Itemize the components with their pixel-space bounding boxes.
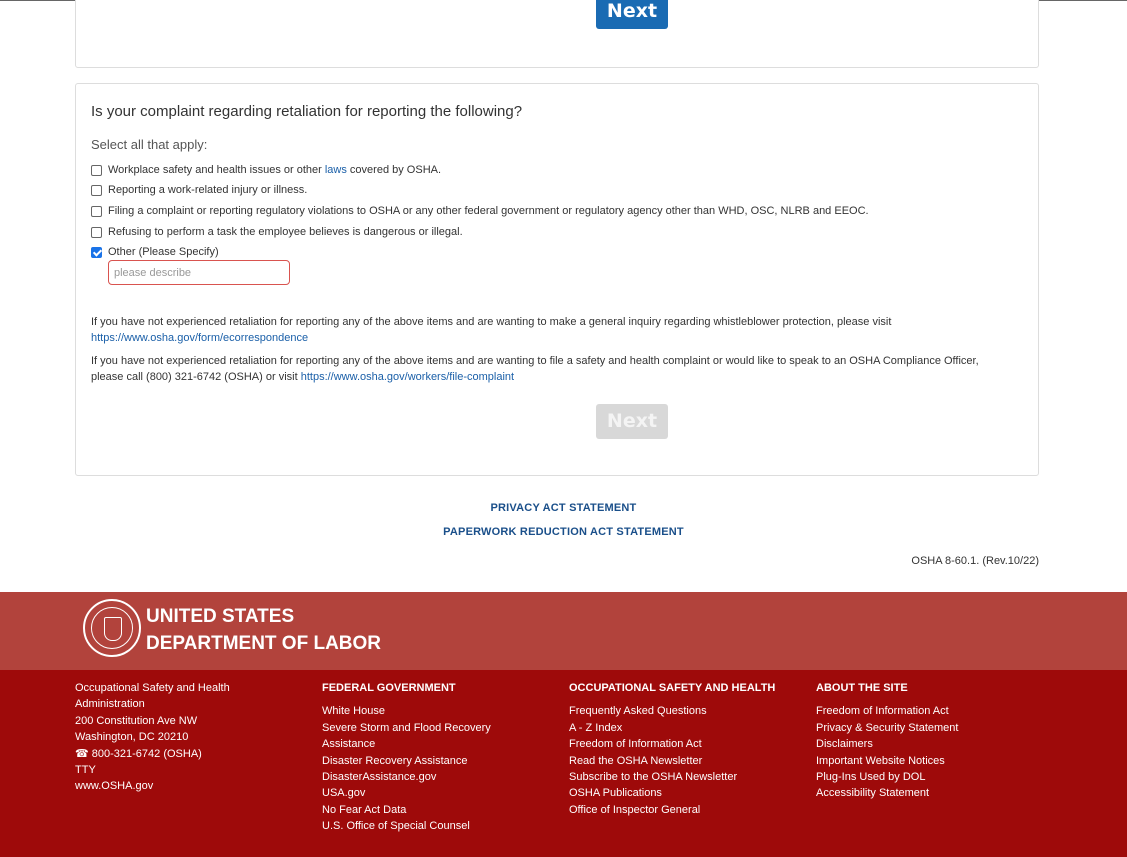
option-injury[interactable]: Reporting a work-related injury or illne…: [91, 184, 307, 196]
footer-osh: OCCUPATIONAL SAFETY AND HEALTH Frequentl…: [569, 680, 775, 818]
footer-link[interactable]: Disclaimers: [816, 736, 958, 752]
option-label: Other (Please Specify): [108, 246, 219, 258]
footer-link[interactable]: Disaster Recovery Assistance: [322, 753, 491, 769]
previous-step-card: Next: [75, 0, 1039, 68]
footer-federal-government: FEDERAL GOVERNMENT White House Severe St…: [322, 680, 491, 835]
checkbox[interactable]: [91, 226, 102, 238]
footer-about: ABOUT THE SITE Freedom of Information Ac…: [816, 680, 958, 802]
option-label: Refusing to perform a task the employee …: [108, 226, 463, 238]
footer-links: Occupational Safety and Health Administr…: [0, 670, 1127, 857]
dol-seal-icon[interactable]: [83, 599, 141, 657]
next-button-disabled[interactable]: Next: [596, 404, 668, 439]
inquiry-info: If you have not experienced retaliation …: [91, 314, 1031, 346]
footer-heading: ABOUT THE SITE: [816, 682, 908, 694]
footer-link[interactable]: White House: [322, 703, 491, 719]
checkbox-checked[interactable]: [91, 246, 102, 258]
footer-link[interactable]: DisasterAssistance.gov: [322, 769, 491, 785]
checkbox[interactable]: [91, 205, 102, 217]
form-number: OSHA 8-60.1. (Rev.10/22): [911, 555, 1039, 567]
footer-link[interactable]: U.S. Office of Special Counsel: [322, 818, 491, 834]
footer-link[interactable]: Plug-Ins Used by DOL: [816, 769, 958, 785]
tty-link[interactable]: TTY: [75, 762, 230, 778]
footer-address: Occupational Safety and Health Administr…: [75, 680, 230, 795]
next-button-top[interactable]: Next: [596, 0, 668, 29]
checkbox[interactable]: [91, 184, 102, 196]
phone-link[interactable]: ☎ 800-321-6742 (OSHA): [75, 746, 230, 762]
option-label: Workplace safety and health issues or ot…: [108, 164, 442, 176]
osha-gov-link[interactable]: www.OSHA.gov: [75, 778, 230, 794]
footer-link[interactable]: Severe Storm and Flood Recovery: [322, 720, 491, 736]
footer-link[interactable]: OSHA Publications: [569, 785, 775, 801]
footer-link[interactable]: No Fear Act Data: [322, 802, 491, 818]
footer-heading: FEDERAL GOVERNMENT: [322, 682, 456, 694]
option-refusing-task[interactable]: Refusing to perform a task the employee …: [91, 226, 463, 238]
option-label: Reporting a work-related injury or illne…: [108, 184, 308, 196]
footer-link[interactable]: Freedom of Information Act: [816, 703, 958, 719]
select-hint: Select all that apply:: [91, 137, 208, 152]
footer-link[interactable]: Important Website Notices: [816, 753, 958, 769]
option-filing-complaint[interactable]: Filing a complaint or reporting regulato…: [91, 205, 869, 217]
complaint-info: If you have not experienced retaliation …: [91, 355, 979, 383]
other-describe-input[interactable]: [108, 260, 290, 285]
footer-link[interactable]: A - Z Index: [569, 720, 775, 736]
footer-link[interactable]: Freedom of Information Act: [569, 736, 775, 752]
footer-link[interactable]: Assistance: [322, 736, 491, 752]
footer-link[interactable]: Read the OSHA Newsletter: [569, 753, 775, 769]
paperwork-act-link[interactable]: PAPERWORK REDUCTION ACT STATEMENT: [0, 526, 1127, 538]
footer-link[interactable]: USA.gov: [322, 785, 491, 801]
file-complaint-link[interactable]: https://www.osha.gov/workers/file-compla…: [301, 371, 514, 383]
laws-link[interactable]: laws: [325, 164, 347, 176]
footer-link[interactable]: Office of Inspector General: [569, 802, 775, 818]
footer-link[interactable]: Privacy & Security Statement: [816, 720, 958, 736]
footer-heading: OCCUPATIONAL SAFETY AND HEALTH: [569, 682, 776, 694]
option-safety-issues[interactable]: Workplace safety and health issues or ot…: [91, 164, 441, 176]
footer-link[interactable]: Accessibility Statement: [816, 785, 958, 801]
footer-link[interactable]: Subscribe to the OSHA Newsletter: [569, 769, 775, 785]
dol-name[interactable]: UNITED STATES DEPARTMENT OF LABOR: [146, 603, 381, 657]
privacy-act-link[interactable]: PRIVACY ACT STATEMENT: [0, 502, 1127, 514]
ecorrespondence-link[interactable]: https://www.osha.gov/form/ecorrespondenc…: [91, 330, 1031, 346]
question-title: Is your complaint regarding retaliation …: [91, 103, 523, 120]
retaliation-question-card: Is your complaint regarding retaliation …: [75, 83, 1039, 476]
option-other[interactable]: Other (Please Specify): [91, 246, 219, 258]
footer-link[interactable]: Frequently Asked Questions: [569, 703, 775, 719]
option-label: Filing a complaint or reporting regulato…: [108, 205, 869, 217]
checkbox[interactable]: [91, 164, 102, 176]
